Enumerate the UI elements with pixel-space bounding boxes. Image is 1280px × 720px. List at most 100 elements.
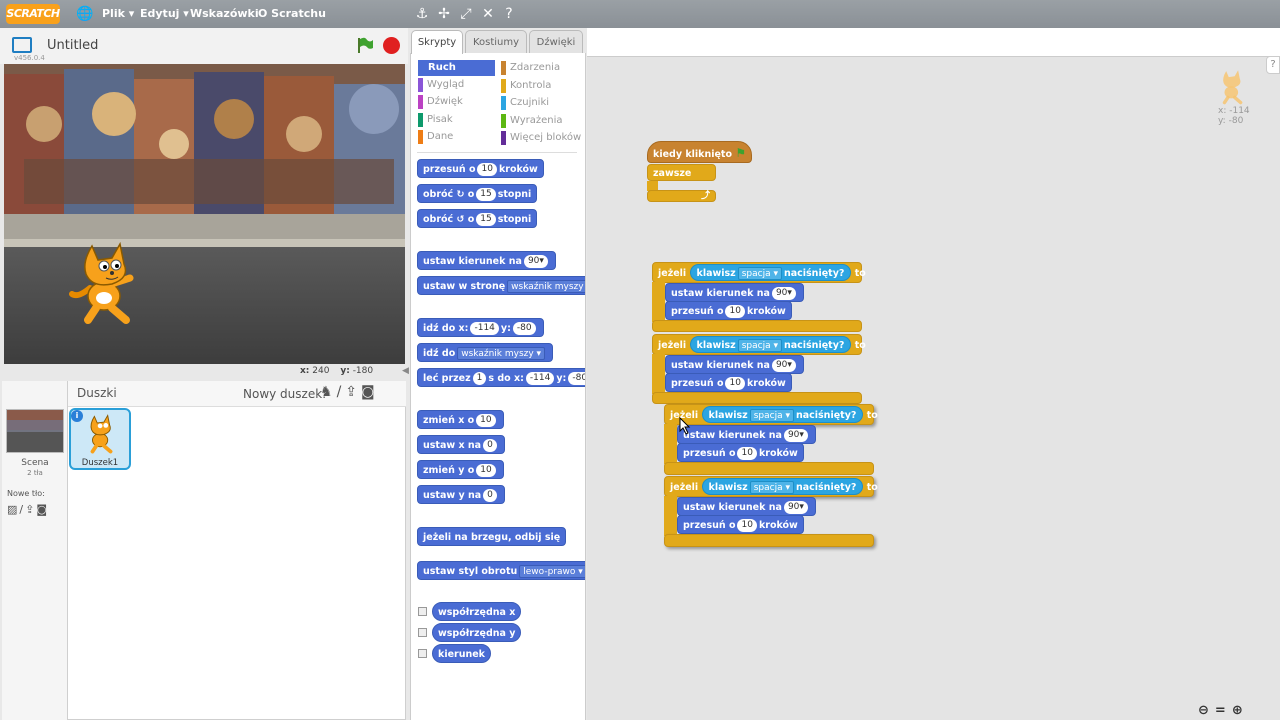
sensing-key-pressed-4[interactable]: klawisz spacja ▾ naciśnięty? bbox=[701, 478, 864, 495]
block-move-2[interactable]: przesuń o 10 kroków bbox=[665, 373, 792, 392]
shrink-icon[interactable]: ✕ bbox=[480, 6, 496, 22]
category-motion[interactable]: Ruch bbox=[418, 60, 495, 76]
tab-scripts[interactable]: Skrypty bbox=[411, 30, 463, 54]
block-if-4[interactable]: jeżeli klawisz spacja ▾ naciśnięty? to bbox=[664, 476, 878, 497]
category-sensing[interactable]: Czujniki bbox=[501, 96, 585, 110]
scratch-logo[interactable]: SCRATCH bbox=[6, 4, 60, 24]
direction-input-3[interactable]: 90▾ bbox=[783, 429, 808, 442]
sensing-key-pressed-2[interactable]: klawisz spacja ▾ naciśnięty? bbox=[689, 336, 852, 353]
change-x-input[interactable]: 10 bbox=[476, 414, 496, 427]
goto-x-input[interactable]: -114 bbox=[470, 322, 499, 335]
goto-dropdown[interactable]: wskaźnik myszy ▾ bbox=[457, 347, 546, 360]
sensing-key-pressed-3[interactable]: klawisz spacja ▾ naciśnięty? bbox=[701, 406, 864, 423]
direction-input-1[interactable]: 90▾ bbox=[771, 287, 796, 300]
block-point-direction[interactable]: ustaw kierunek na 90▾ bbox=[417, 251, 556, 270]
camera-backdrop-icon[interactable]: ◙ bbox=[36, 503, 49, 516]
info-icon[interactable]: i bbox=[71, 410, 83, 422]
checkbox-x-position[interactable] bbox=[418, 607, 427, 616]
reporter-y-position[interactable]: współrzędna y bbox=[432, 623, 522, 642]
category-looks[interactable]: Wygląd bbox=[418, 77, 495, 92]
block-set-y[interactable]: ustaw y na 0 bbox=[417, 485, 505, 504]
steps-input-3[interactable]: 10 bbox=[737, 447, 757, 460]
set-y-input[interactable]: 0 bbox=[483, 489, 497, 502]
scene-thumbnail[interactable] bbox=[6, 409, 64, 453]
globe-icon[interactable]: 🌐 bbox=[76, 6, 93, 22]
towards-dropdown[interactable]: wskaźnik myszy ▾ bbox=[507, 280, 585, 293]
block-if-1[interactable]: jeżeli klawisz spacja ▾ naciśnięty? to bbox=[652, 262, 866, 283]
checkbox-y-position[interactable] bbox=[418, 628, 427, 637]
reporter-direction[interactable]: kierunek bbox=[432, 644, 491, 663]
help-panel-icon[interactable]: ? bbox=[1266, 56, 1280, 74]
paint-sprite-icon[interactable]: / bbox=[337, 384, 346, 400]
checkbox-direction[interactable] bbox=[418, 649, 427, 658]
glide-secs-input[interactable]: 1 bbox=[472, 372, 487, 385]
block-set-direction-4[interactable]: ustaw kierunek na 90▾ bbox=[677, 497, 816, 516]
stage[interactable] bbox=[4, 64, 405, 364]
block-set-x[interactable]: ustaw x na 0 bbox=[417, 435, 505, 454]
rotation-style-dropdown[interactable]: lewo-prawo ▾ bbox=[519, 565, 585, 578]
key-dropdown-2[interactable]: spacja ▾ bbox=[737, 339, 782, 352]
block-turn-left[interactable]: obróć ↺ o 15 stopni bbox=[417, 209, 538, 228]
zoom-in-icon[interactable]: ⊕ bbox=[1232, 703, 1249, 718]
block-move[interactable]: przesuń o 10 kroków bbox=[417, 159, 544, 178]
set-x-input[interactable]: 0 bbox=[483, 439, 497, 452]
upload-backdrop-icon[interactable]: ⇪ bbox=[25, 503, 36, 516]
zoom-out-icon[interactable]: ⊖ bbox=[1198, 703, 1215, 718]
reporter-x-position[interactable]: współrzędna x bbox=[432, 602, 522, 621]
menu-about[interactable]: O Scratchu bbox=[258, 0, 326, 28]
tab-sounds[interactable]: Dźwięki bbox=[529, 30, 583, 54]
direction-input-2[interactable]: 90▾ bbox=[771, 359, 796, 372]
key-dropdown-3[interactable]: spacja ▾ bbox=[749, 409, 794, 422]
glide-y-input[interactable]: -80 bbox=[568, 372, 585, 385]
direction-input[interactable]: 90▾ bbox=[523, 255, 548, 268]
category-pen[interactable]: Pisak bbox=[418, 112, 495, 127]
block-turn-right[interactable]: obróć ↻ o 15 stopni bbox=[417, 184, 538, 203]
block-set-direction-1[interactable]: ustaw kierunek na 90▾ bbox=[665, 283, 804, 302]
move-steps-input[interactable]: 10 bbox=[477, 163, 497, 176]
block-point-towards[interactable]: ustaw w stronę wskaźnik myszy ▾ bbox=[417, 276, 585, 295]
key-dropdown-4[interactable]: spacja ▾ bbox=[749, 481, 794, 494]
block-move-4[interactable]: przesuń o 10 kroków bbox=[677, 515, 804, 534]
stop-icon[interactable] bbox=[383, 37, 400, 54]
delete-icon[interactable]: ✢ bbox=[436, 6, 452, 22]
block-set-direction-2[interactable]: ustaw kierunek na 90▾ bbox=[665, 355, 804, 374]
project-title[interactable]: Untitled bbox=[47, 38, 98, 53]
help-icon[interactable]: ? bbox=[501, 6, 517, 22]
category-more-blocks[interactable]: Więcej bloków bbox=[501, 131, 585, 145]
duplicate-icon[interactable]: ⚓ bbox=[414, 6, 430, 22]
turn-left-input[interactable]: 15 bbox=[476, 213, 496, 226]
category-sound[interactable]: Dźwięk bbox=[418, 95, 495, 109]
goto-y-input[interactable]: -80 bbox=[512, 322, 536, 335]
direction-input-4[interactable]: 90▾ bbox=[783, 501, 808, 514]
key-dropdown-1[interactable]: spacja ▾ bbox=[737, 267, 782, 280]
menu-file[interactable]: Plik ▾ bbox=[102, 0, 134, 28]
library-sprite-icon[interactable]: ♞ bbox=[320, 384, 337, 400]
turn-right-input[interactable]: 15 bbox=[476, 188, 496, 201]
block-when-flag-clicked[interactable]: kiedy kliknięto ⚑ bbox=[647, 141, 752, 163]
category-data[interactable]: Dane bbox=[418, 130, 495, 144]
block-if-2[interactable]: jeżeli klawisz spacja ▾ naciśnięty? to bbox=[652, 334, 866, 355]
glide-x-input[interactable]: -114 bbox=[525, 372, 555, 385]
menu-tips[interactable]: Wskazówki bbox=[190, 0, 259, 28]
upload-sprite-icon[interactable]: ⇪ bbox=[345, 384, 361, 400]
green-flag-icon[interactable] bbox=[356, 36, 374, 54]
block-goto[interactable]: idź do wskaźnik myszy ▾ bbox=[417, 343, 554, 362]
category-events[interactable]: Zdarzenia bbox=[501, 61, 585, 75]
tab-costumes[interactable]: Kostiumy bbox=[465, 30, 527, 54]
camera-sprite-icon[interactable]: ◙ bbox=[361, 384, 379, 400]
block-bounce[interactable]: jeżeli na brzegu, odbij się bbox=[417, 527, 567, 546]
sensing-key-pressed-1[interactable]: klawisz spacja ▾ naciśnięty? bbox=[689, 264, 852, 281]
category-control[interactable]: Kontrola bbox=[501, 78, 585, 93]
category-operators[interactable]: Wyrażenia bbox=[501, 113, 585, 128]
block-set-direction-3[interactable]: ustaw kierunek na 90▾ bbox=[677, 425, 816, 444]
block-rotation-style[interactable]: ustaw styl obrotu lewo-prawo ▾ bbox=[417, 561, 585, 580]
grow-icon[interactable]: ⤢ bbox=[458, 6, 474, 22]
steps-input-2[interactable]: 10 bbox=[725, 377, 745, 390]
block-move-1[interactable]: przesuń o 10 kroków bbox=[665, 301, 792, 320]
block-if-3[interactable]: jeżeli klawisz spacja ▾ naciśnięty? to bbox=[664, 404, 878, 425]
menu-edit[interactable]: Edytuj ▾ bbox=[140, 0, 189, 28]
paint-backdrop-icon[interactable]: ▨ bbox=[7, 503, 19, 516]
steps-input-4[interactable]: 10 bbox=[737, 519, 757, 532]
block-goto-xy[interactable]: idź do x: -114 y: -80 bbox=[417, 318, 544, 337]
sprite-tile[interactable]: i Duszek1 bbox=[69, 408, 131, 470]
